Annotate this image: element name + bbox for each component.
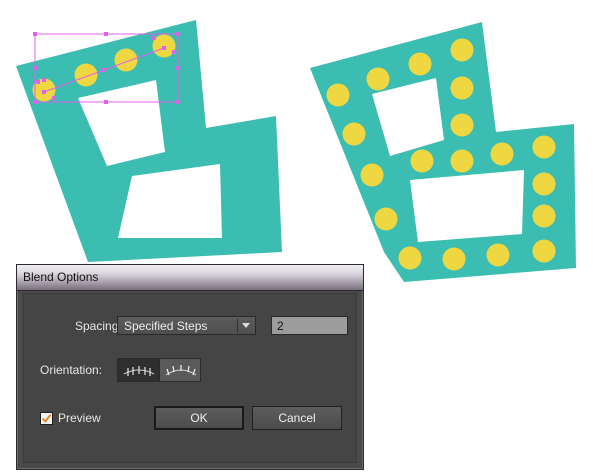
- canvas-area: Blend Options Spacing: Specified Steps O…: [0, 0, 600, 476]
- blend-options-dialog: Blend Options Spacing: Specified Steps O…: [16, 264, 364, 470]
- blend-dot: [366, 67, 390, 91]
- selection-handle[interactable]: [33, 100, 37, 104]
- checkmark-icon: [41, 414, 52, 423]
- blend-dot: [398, 246, 422, 270]
- blend-dot: [490, 142, 514, 166]
- selection-handle[interactable]: [172, 50, 176, 54]
- blend-dot: [532, 239, 556, 263]
- selection-handle[interactable]: [33, 32, 37, 36]
- blend-dot: [410, 149, 434, 173]
- selection-handle[interactable]: [33, 66, 37, 70]
- align-to-page-icon: [123, 366, 155, 376]
- selection-handle[interactable]: [42, 78, 46, 82]
- dialog-titlebar[interactable]: Blend Options: [17, 265, 363, 291]
- selection-handle[interactable]: [52, 96, 56, 100]
- blend-dot: [450, 113, 474, 137]
- dialog-body: Spacing: Specified Steps Orientation:: [23, 293, 357, 463]
- cancel-button[interactable]: Cancel: [252, 406, 342, 430]
- blend-dot: [486, 243, 510, 267]
- selection-handle[interactable]: [176, 100, 180, 104]
- spacing-label: Spacing:: [75, 319, 122, 333]
- align-to-page-button[interactable]: [117, 358, 159, 382]
- align-to-path-button[interactable]: [159, 358, 201, 382]
- blend-dot: [374, 207, 398, 231]
- selection-handle[interactable]: [176, 66, 180, 70]
- blend-dot: [450, 76, 474, 100]
- blend-dot: [450, 38, 474, 62]
- blend-dot: [532, 135, 556, 159]
- align-to-path-icon: [165, 365, 197, 376]
- blend-dot: [532, 172, 556, 196]
- dropdown-separator: [237, 319, 238, 332]
- blend-dot: [532, 204, 556, 228]
- blend-dot: [360, 163, 384, 187]
- blend-dot: [408, 52, 432, 76]
- selection-handle[interactable]: [152, 36, 156, 40]
- orientation-label: Orientation:: [40, 363, 103, 377]
- selection-handle[interactable]: [162, 46, 166, 50]
- spacing-dropdown[interactable]: Specified Steps: [117, 316, 256, 335]
- left-teal-shape[interactable]: [16, 20, 282, 262]
- blend-dot: [74, 63, 98, 87]
- ok-button[interactable]: OK: [154, 406, 244, 430]
- dialog-title: Blend Options: [23, 270, 99, 284]
- selection-handle[interactable]: [102, 68, 106, 72]
- selection-handle[interactable]: [42, 90, 46, 94]
- selection-handle[interactable]: [36, 80, 40, 84]
- blend-dot: [442, 247, 466, 271]
- preview-label: Preview: [58, 411, 101, 425]
- specified-steps-input[interactable]: [271, 316, 348, 335]
- blend-dot: [342, 122, 366, 146]
- chevron-down-icon: [242, 323, 250, 328]
- blend-dot: [326, 83, 350, 107]
- spacing-dropdown-value: Specified Steps: [124, 319, 208, 333]
- selection-handle[interactable]: [104, 32, 108, 36]
- preview-checkbox[interactable]: [40, 412, 53, 425]
- blend-dot: [450, 149, 474, 173]
- selection-handle[interactable]: [176, 32, 180, 36]
- selection-handle[interactable]: [104, 100, 108, 104]
- blend-dot: [114, 48, 138, 72]
